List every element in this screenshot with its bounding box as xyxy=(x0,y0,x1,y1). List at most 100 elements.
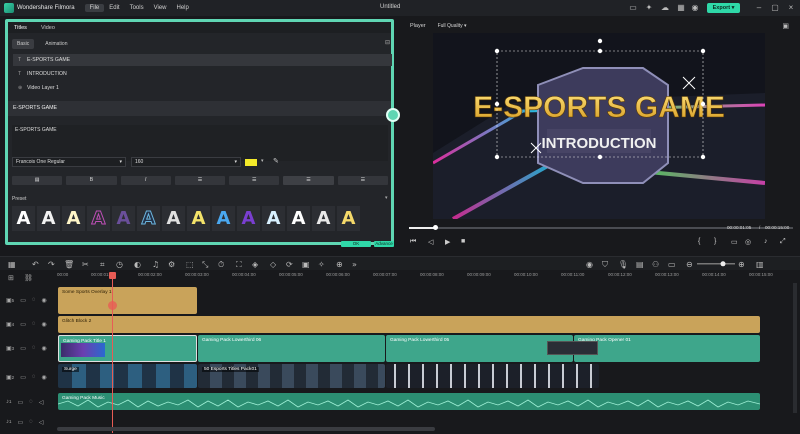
preset-thumb[interactable]: A xyxy=(12,206,35,231)
clip-opener-01[interactable]: Gaming Pack Opener 01 xyxy=(574,335,760,362)
folder-icon[interactable]: ▭ xyxy=(20,345,26,352)
audio-icon[interactable]: ♫ xyxy=(152,260,159,269)
rotate-handle[interactable] xyxy=(597,38,603,44)
bulb-icon[interactable]: ✦ xyxy=(644,3,654,13)
advanced-button[interactable]: Advance xyxy=(374,241,394,247)
cloud-icon[interactable]: ☁ xyxy=(660,3,670,13)
speed-icon[interactable]: ◷ xyxy=(116,260,123,269)
export-button[interactable]: Export ▾ xyxy=(707,3,740,13)
folder-icon[interactable]: ▭ xyxy=(18,419,24,426)
preset-thumb[interactable]: A xyxy=(262,206,285,231)
bold-button[interactable]: B xyxy=(66,176,117,185)
layer-row-introduction[interactable]: T INTRODUCTION xyxy=(13,68,392,80)
lock-icon[interactable]: ◌ xyxy=(32,321,36,327)
motion-icon[interactable]: ⟳ xyxy=(286,260,293,269)
fit-timeline-icon[interactable]: ▥ xyxy=(756,260,764,269)
undo-icon[interactable]: ↶ xyxy=(31,260,39,269)
volume-icon[interactable]: ♪ xyxy=(764,238,768,245)
clip-surge[interactable]: Surge xyxy=(58,364,197,388)
layer-row-video[interactable]: ⊕ Video Layer 1 xyxy=(13,82,392,94)
quality-select[interactable]: Full Quality ▾ xyxy=(438,23,467,29)
preset-thumb[interactable]: A xyxy=(312,206,335,231)
timeline-ruler[interactable]: 00:00 00:00:01:00 00:00:02:00 00:00:03:0… xyxy=(57,272,800,282)
color-icon[interactable]: ◐ xyxy=(134,260,141,269)
snapshot-icon[interactable]: ▣ xyxy=(782,22,789,30)
mark-out-icon[interactable]: } xyxy=(714,238,716,245)
play-icon[interactable]: ▶ xyxy=(445,238,450,246)
preset-thumb[interactable]: A xyxy=(287,206,310,231)
green-screen-icon[interactable]: ▣ xyxy=(302,260,310,269)
close-icon[interactable]: × xyxy=(786,3,796,13)
timer-icon[interactable]: ⏱ xyxy=(218,260,224,269)
clip-gaming-music[interactable]: Gaming Pack Music xyxy=(58,393,760,410)
minimize-icon[interactable]: – xyxy=(754,3,764,13)
align-left-icon[interactable]: ☰ xyxy=(174,176,226,185)
mask-icon[interactable]: ◈ xyxy=(252,260,259,269)
chevron-down-icon[interactable]: ▾ xyxy=(385,195,388,201)
prev-frame-icon[interactable]: ⏮ xyxy=(410,238,416,246)
mark-in-icon[interactable]: { xyxy=(698,238,700,245)
subtab-animation[interactable]: Animation xyxy=(40,39,72,49)
add-track-icon[interactable]: ⊞ xyxy=(8,274,14,282)
step-back-icon[interactable]: ◁ xyxy=(428,238,433,246)
delete-icon[interactable]: 🗑 xyxy=(64,260,74,269)
panel-resize-handle[interactable] xyxy=(386,108,400,122)
folder-icon[interactable]: ▭ xyxy=(20,297,26,304)
timeline-vertical-scrollbar[interactable] xyxy=(793,283,797,413)
keyframe-icon[interactable]: ◇ xyxy=(270,260,277,269)
ai-icon[interactable]: ✧ xyxy=(318,260,325,269)
folder-icon[interactable]: ▭ xyxy=(20,374,26,381)
lock-icon[interactable]: ◌ xyxy=(29,399,33,405)
title-text-field[interactable]: E-SPORTS GAME xyxy=(12,125,388,161)
notification-icon[interactable]: ◉ xyxy=(690,3,700,13)
eye-icon[interactable]: ◉ xyxy=(41,297,46,304)
crop-box-icon[interactable]: ⬚ xyxy=(186,260,194,269)
align-right-icon[interactable]: ☰ xyxy=(283,176,334,185)
preset-thumb[interactable]: A xyxy=(212,206,235,231)
zoom-slider-track[interactable] xyxy=(697,263,735,265)
menu-tools[interactable]: Tools xyxy=(125,4,149,12)
chevron-down-icon[interactable]: ▾ xyxy=(261,158,264,164)
lock-icon[interactable]: ◌ xyxy=(29,419,33,425)
clip-lowerthird-05[interactable]: Gaming Pack Lowerthird 05 xyxy=(386,335,573,362)
layout-icon[interactable]: ▦ xyxy=(8,260,16,269)
menu-help[interactable]: Help xyxy=(172,4,194,12)
lock-icon[interactable]: ◌ xyxy=(32,297,36,303)
font-family-select[interactable]: Francois One Regular ▾ xyxy=(12,157,126,167)
text-style-icon[interactable]: ▤ xyxy=(12,176,63,185)
layer-row-esports[interactable]: T E-SPORTS GAME xyxy=(13,54,392,66)
preset-thumb[interactable]: A xyxy=(162,206,185,231)
grid-icon[interactable]: ▦ xyxy=(676,3,686,13)
playhead[interactable] xyxy=(112,272,113,433)
preset-thumb[interactable]: A xyxy=(187,206,210,231)
eyedropper-icon[interactable]: ✎ xyxy=(273,157,279,165)
italic-button[interactable]: I xyxy=(120,176,171,185)
adjust-icon[interactable]: ⚙ xyxy=(168,260,175,269)
menu-file[interactable]: File xyxy=(84,4,105,12)
voiceover-icon[interactable]: ▤ xyxy=(636,260,644,269)
split-icon[interactable]: ✂ xyxy=(82,260,89,269)
tab-titles[interactable]: Titles xyxy=(14,25,27,31)
preset-thumb[interactable]: A xyxy=(137,206,160,231)
preset-thumb[interactable]: A xyxy=(87,206,110,231)
menu-edit[interactable]: Edit xyxy=(104,4,124,12)
zoom-out-icon[interactable]: ⊖ xyxy=(686,260,693,269)
preset-thumb[interactable]: A xyxy=(112,206,135,231)
stabilize-icon[interactable]: ⊕ xyxy=(336,260,343,269)
eye-icon[interactable]: ◉ xyxy=(41,374,46,381)
speaker-icon[interactable]: ◁ xyxy=(39,419,44,426)
eye-icon[interactable]: ◉ xyxy=(41,345,46,352)
stop-icon[interactable]: ■ xyxy=(461,238,465,245)
display-icon[interactable]: ▭ xyxy=(731,238,738,246)
clip-lowerthird-06[interactable]: Gaming Pack Lowerthird 06 xyxy=(198,335,385,362)
redo-icon[interactable]: ↷ xyxy=(48,260,55,269)
subtab-basic[interactable]: Basic xyxy=(12,39,35,49)
folder-icon[interactable]: ▭ xyxy=(20,321,26,328)
ok-button[interactable]: OK xyxy=(341,241,371,247)
clip-glitch-block[interactable]: Glitch Block 2 xyxy=(58,316,760,333)
preset-thumb[interactable]: A xyxy=(37,206,60,231)
monitor-icon[interactable]: ▭ xyxy=(628,3,638,13)
link-icon[interactable]: ⛓ xyxy=(24,274,33,282)
preset-thumb[interactable]: A xyxy=(337,206,360,231)
align-center-icon[interactable]: ☰ xyxy=(229,176,280,185)
